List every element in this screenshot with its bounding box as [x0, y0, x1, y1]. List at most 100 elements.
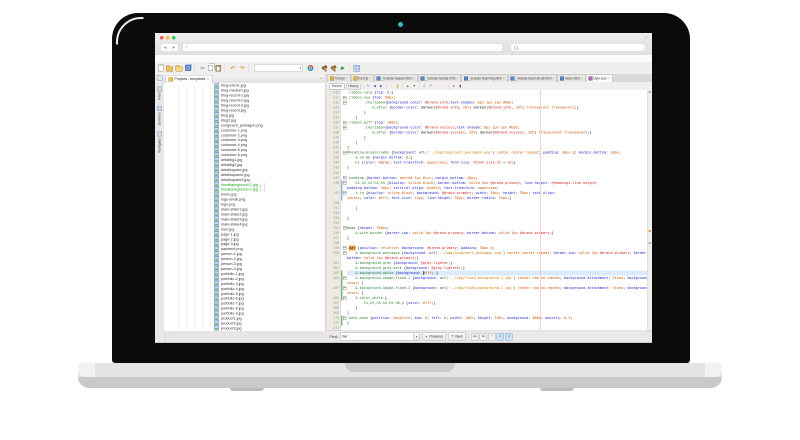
regex-toggle[interactable]: .*: [488, 333, 496, 341]
highlight-icon[interactable]: ❚: [395, 83, 401, 89]
profile-icon[interactable]: [354, 65, 361, 72]
dock-tab[interactable]: Services: [157, 106, 162, 125]
whole-words-toggle[interactable]: ab: [480, 333, 488, 341]
source-view-button[interactable]: Source: [329, 83, 344, 90]
no-errors-badge: [649, 91, 652, 93]
combo-dropdown-icon[interactable]: ▾: [413, 333, 419, 340]
find-match-mark[interactable]: [649, 230, 652, 232]
redo-icon[interactable]: ↷: [238, 65, 245, 72]
tree-item[interactable]: product3.jpg: [164, 326, 325, 331]
macro-record-icon[interactable]: ●: [451, 83, 457, 89]
error-stripe[interactable]: [647, 90, 652, 331]
editor-tab[interactable]: _include-header.html ×: [374, 75, 417, 83]
search-field[interactable]: [510, 43, 646, 52]
bookmark-icon[interactable]: ▮: [457, 83, 463, 89]
window-list-icon[interactable]: [157, 76, 163, 81]
close-icon[interactable]: ×: [207, 77, 209, 82]
laptop-foot: [540, 388, 574, 391]
paste-icon[interactable]: [216, 65, 222, 72]
dock-tab-label: Services: [158, 112, 162, 125]
dock-tab-icon: [157, 131, 162, 136]
forward-icon[interactable]: ▶: [378, 83, 384, 89]
find-toggles: Aaab.*≡↺: [471, 333, 513, 341]
clean-build-icon[interactable]: [330, 65, 337, 72]
traffic-lights: [160, 36, 176, 40]
indent-icon[interactable]: →: [434, 83, 440, 89]
editor-tab[interactable]: front.js ×: [351, 75, 374, 83]
minimize-icon[interactable]: −: [320, 76, 323, 81]
right-margin-guide: [540, 90, 541, 331]
save-all-icon[interactable]: [185, 65, 191, 71]
projects-tab[interactable]: Projects - templates ×: [166, 75, 213, 83]
expand-icon[interactable]: ↔: [642, 34, 649, 41]
address-bar[interactable]: +: [182, 43, 503, 52]
next-arrow-icon: ▼: [451, 335, 454, 338]
code-editor[interactable]: 230.ribbon.sale {top: 0;}231.ribbon.new …: [327, 90, 652, 331]
file-type-icon: [330, 77, 334, 81]
build-icon[interactable]: [321, 65, 328, 72]
editor-tab[interactable]: index.html ×: [557, 75, 585, 83]
editor-area: front.js × front.js × _include-header.ht…: [327, 74, 652, 342]
tab-close-icon[interactable]: ×: [581, 77, 583, 81]
last-edited-icon[interactable]: ✎: [365, 83, 371, 89]
match-case-toggle[interactable]: Aa: [471, 333, 479, 341]
find-previous-button[interactable]: ▲ Previous: [422, 333, 446, 341]
tab-close-icon[interactable]: ×: [456, 77, 458, 81]
separator: [225, 64, 226, 72]
find-selection-icon[interactable]: ◌: [388, 83, 394, 89]
editor-tab[interactable]: _include-team-big.html ×: [461, 75, 507, 83]
undo-icon[interactable]: ↶: [229, 65, 236, 72]
separator: [249, 64, 250, 72]
comment-icon[interactable]: //: [421, 83, 427, 89]
copy-icon[interactable]: [208, 65, 213, 71]
forward-icon[interactable]: ▶: [173, 45, 176, 49]
tab-close-icon[interactable]: ×: [413, 77, 415, 81]
wrap-search-toggle[interactable]: ↺: [505, 333, 513, 341]
caret-position-mark[interactable]: [649, 242, 652, 244]
new-project-icon[interactable]: [166, 66, 173, 71]
history-view-button[interactable]: History: [346, 83, 361, 90]
back-icon[interactable]: ◀: [372, 83, 378, 89]
find-input[interactable]: bar ▾: [340, 333, 420, 341]
dock-tab[interactable]: Navigator: [157, 131, 162, 152]
run-icon[interactable]: ▶: [339, 65, 346, 72]
webcam-dot: [398, 22, 403, 27]
browser-chrome-icon[interactable]: [308, 65, 314, 71]
tab-close-icon[interactable]: ×: [503, 77, 505, 81]
next-occurrence-icon[interactable]: ▼: [411, 83, 417, 89]
separator: [195, 64, 196, 72]
outdent-icon[interactable]: ←: [441, 83, 447, 89]
tab-close-icon[interactable]: ×: [346, 77, 348, 81]
uncomment-icon[interactable]: /*: [428, 83, 434, 89]
tab-close-icon[interactable]: ×: [369, 77, 371, 81]
minimize-light[interactable]: [166, 36, 170, 40]
projects-panel: Projects - templates × − blog-extra1.jpg…: [164, 74, 326, 331]
nav-buttons[interactable]: ◀ ▶: [160, 43, 179, 52]
dock-tab-label: Files: [158, 93, 162, 100]
editor-tab[interactable]: _include-navbar.html ×: [418, 75, 461, 83]
projects-icon: [169, 77, 174, 81]
editor-tab-label: front.js: [335, 77, 345, 81]
file-tree[interactable]: blog-extra1.jpg blog-medium.jpg blog-rec…: [164, 83, 325, 331]
highlight-results-toggle[interactable]: ≡: [497, 333, 505, 341]
editor-tab[interactable]: front.js ×: [328, 75, 351, 83]
dock-tab[interactable]: Files: [157, 87, 162, 100]
window-titlebar: ↔ ◀ ▶ +: [155, 33, 652, 56]
new-tab-plus-icon[interactable]: +: [186, 45, 189, 50]
close-light[interactable]: [160, 36, 164, 40]
tab-close-icon[interactable]: ×: [608, 77, 610, 81]
zoom-light[interactable]: [172, 36, 176, 40]
prev-occurrence-icon[interactable]: ▲: [405, 83, 411, 89]
search-icon: [514, 45, 518, 49]
open-project-icon[interactable]: [176, 66, 183, 71]
tab-close-icon[interactable]: ×: [552, 77, 554, 81]
separator: [350, 64, 351, 72]
back-icon[interactable]: ◀: [164, 45, 167, 49]
find-next-button[interactable]: ▼ Next: [448, 333, 466, 341]
cut-icon[interactable]: ✂: [199, 65, 206, 72]
config-combo[interactable]: ▾: [255, 64, 304, 72]
editor-tab[interactable]: style.less ×: [586, 75, 612, 83]
editor-tab[interactable]: _include-team-small.html ×: [508, 75, 557, 83]
find-label: Find:: [330, 334, 338, 339]
new-file-icon[interactable]: [158, 65, 164, 72]
